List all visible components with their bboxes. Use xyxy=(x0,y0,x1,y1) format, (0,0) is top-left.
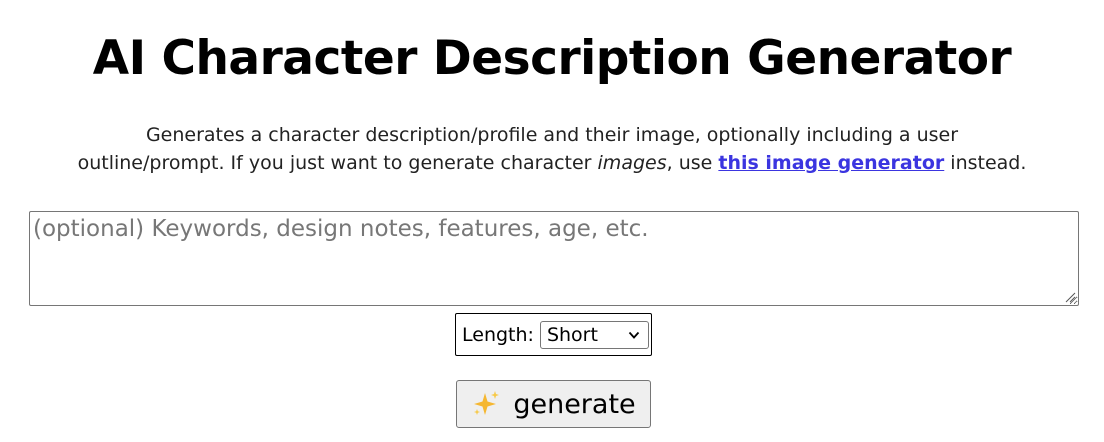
generate-label: generate xyxy=(513,388,636,420)
length-select[interactable]: Short xyxy=(539,320,649,349)
image-generator-link[interactable]: this image generator xyxy=(718,152,944,174)
page-title: AI Character Description Generator xyxy=(92,31,1012,86)
description-emphasis: images xyxy=(597,152,667,174)
chevron-down-icon xyxy=(628,331,640,339)
description-line-1: Generates a character description/profil… xyxy=(145,124,959,146)
length-selected-value: Short xyxy=(546,323,598,346)
description: Generates a character description/profil… xyxy=(60,121,1044,177)
description-line-2-start: outline/prompt. If you just want to gene… xyxy=(77,152,598,174)
prompt-input[interactable] xyxy=(29,211,1079,306)
length-control: Length: Short xyxy=(455,313,652,356)
generate-button[interactable]: generate xyxy=(456,380,651,428)
description-line-2-end: instead. xyxy=(944,152,1027,174)
length-label: Length: xyxy=(462,323,534,346)
description-line-2-middle: , use xyxy=(666,152,719,174)
sparkles-icon xyxy=(474,391,500,415)
